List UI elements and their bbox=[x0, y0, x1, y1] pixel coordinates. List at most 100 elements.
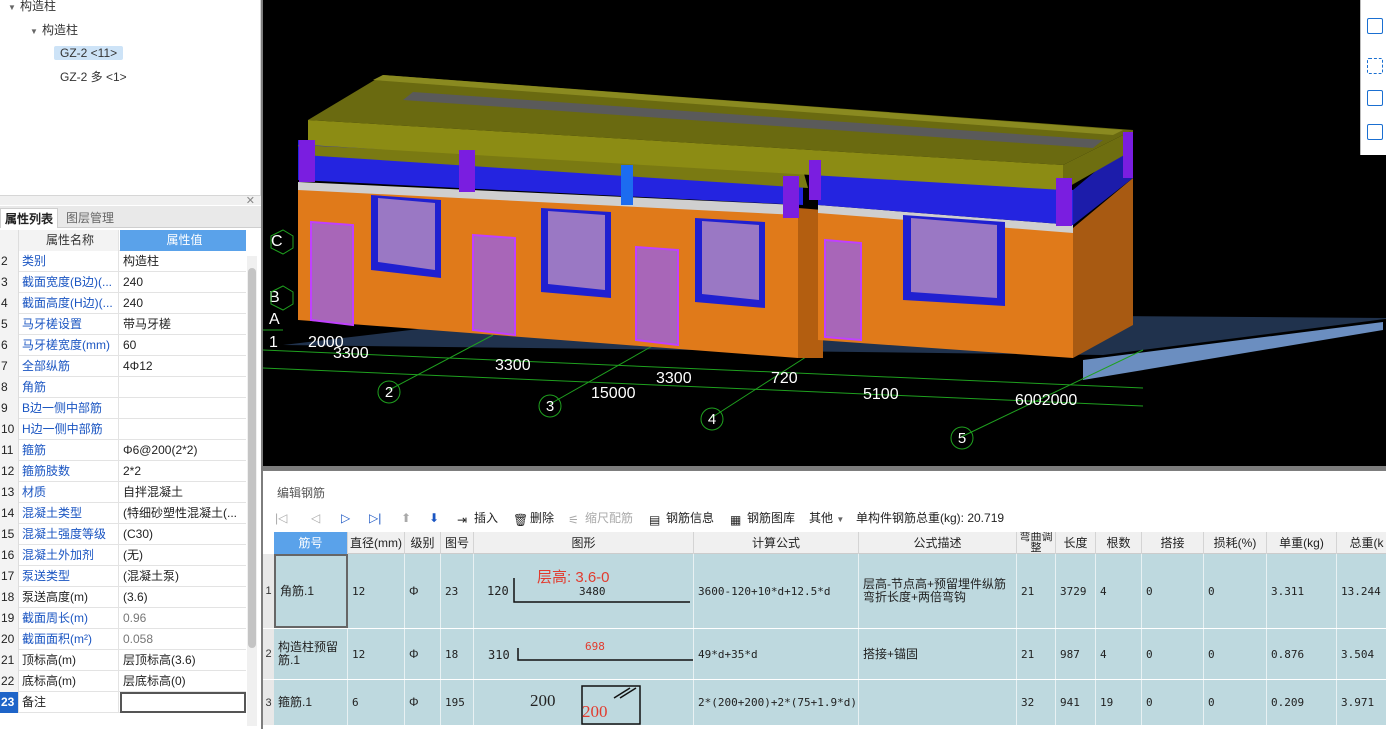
property-value[interactable]: Φ6@200(2*2) bbox=[120, 440, 246, 461]
property-value[interactable] bbox=[120, 419, 246, 440]
cell-length[interactable]: 3729 bbox=[1056, 554, 1096, 628]
property-value[interactable]: 层顶标高(3.6) bbox=[120, 650, 246, 671]
property-value[interactable]: (3.6) bbox=[120, 587, 246, 608]
tab-layers[interactable]: 图层管理 bbox=[62, 208, 118, 228]
property-row[interactable]: 15 混凝土强度等级 (C30) bbox=[0, 524, 246, 545]
move-up-icon[interactable]: ⬆ bbox=[401, 508, 411, 528]
rebar-row[interactable]: 2 构造柱预留筋.1 12 Φ 18 310 698 49*d+35*d 搭接+锚固 21 9… bbox=[263, 629, 1386, 680]
property-value[interactable]: 240 bbox=[120, 293, 246, 314]
cell-count[interactable]: 4 bbox=[1096, 554, 1142, 628]
cell-loss[interactable]: 0 bbox=[1204, 680, 1267, 725]
property-value[interactable]: 0.96 bbox=[120, 608, 246, 629]
column-header[interactable]: 图号 bbox=[441, 532, 474, 554]
cell-bend[interactable]: 32 bbox=[1017, 680, 1056, 725]
scale-rebar-button[interactable]: ⚟ 缩尺配筋 bbox=[568, 508, 633, 528]
cell-dia[interactable]: 12 bbox=[348, 554, 405, 628]
cell-bend[interactable]: 21 bbox=[1017, 629, 1056, 679]
cell-unit[interactable]: 3.311 bbox=[1267, 554, 1337, 628]
cell-dia[interactable]: 6 bbox=[348, 680, 405, 725]
property-row[interactable]: 16 混凝土外加剂 (无) bbox=[0, 545, 246, 566]
property-row[interactable]: 21 顶标高(m) 层顶标高(3.6) bbox=[0, 650, 246, 671]
property-value[interactable]: 60 bbox=[120, 335, 246, 356]
3d-viewport[interactable]: C B A 1 2000 3300 3300 3300 720 15000 51… bbox=[263, 0, 1386, 466]
shape-cell[interactable]: 200 200 bbox=[474, 680, 694, 725]
column-header[interactable]: 级别 bbox=[405, 532, 441, 554]
property-value[interactable] bbox=[120, 377, 246, 398]
property-row[interactable]: 7 全部纵筋 4Φ12 bbox=[0, 356, 246, 377]
cell-length[interactable]: 987 bbox=[1056, 629, 1096, 679]
cell-total[interactable]: 3.504 bbox=[1337, 629, 1386, 679]
cell-length[interactable]: 941 bbox=[1056, 680, 1096, 725]
cell-formula[interactable]: 2*(200+200)+2*(75+1.9*d) bbox=[694, 680, 859, 725]
tree-item-gz2-multi[interactable]: GZ-2 多 <1> bbox=[60, 67, 127, 87]
property-value[interactable]: 0.058 bbox=[120, 629, 246, 650]
cell-grade[interactable]: Φ bbox=[405, 629, 441, 679]
property-value[interactable]: 自拌混凝土 bbox=[120, 482, 246, 503]
column-header[interactable]: 损耗(%) bbox=[1204, 532, 1267, 554]
property-row[interactable]: 11 箍筋 Φ6@200(2*2) bbox=[0, 440, 246, 461]
cell-bend[interactable]: 21 bbox=[1017, 554, 1056, 628]
property-value[interactable]: (特细砂塑性混凝土(... bbox=[120, 503, 246, 524]
cell-unit[interactable]: 0.876 bbox=[1267, 629, 1337, 679]
property-row[interactable]: 18 泵送高度(m) (3.6) bbox=[0, 587, 246, 608]
property-row[interactable]: 14 混凝土类型 (特细砂塑性混凝土(... bbox=[0, 503, 246, 524]
insert-button[interactable]: ⇥ 插入 bbox=[457, 508, 498, 528]
column-header[interactable]: 根数 bbox=[1096, 532, 1142, 554]
last-record-icon[interactable]: ▷| bbox=[369, 508, 381, 528]
tree-item-gz2[interactable]: GZ-2 <11> bbox=[54, 43, 124, 63]
property-row[interactable]: 19 截面周长(m) 0.96 bbox=[0, 608, 246, 629]
property-row[interactable]: 6 马牙槎宽度(mm) 60 bbox=[0, 335, 246, 356]
property-value[interactable]: (无) bbox=[120, 545, 246, 566]
column-header[interactable]: 弯曲调整 bbox=[1017, 532, 1056, 554]
rebar-info-button[interactable]: ▤ 钢筋信息 bbox=[649, 508, 714, 528]
property-value[interactable]: (混凝土泵) bbox=[120, 566, 246, 587]
delete-button[interactable]: 🗑 删除 bbox=[513, 508, 554, 528]
caret-down-icon[interactable]: ▼ bbox=[30, 22, 42, 42]
shape-cell[interactable]: 310 698 bbox=[474, 629, 694, 679]
property-value[interactable]: 2*2 bbox=[120, 461, 246, 482]
cell-formula[interactable]: 49*d+35*d bbox=[694, 629, 859, 679]
property-value[interactable] bbox=[120, 398, 246, 419]
cell-fig[interactable]: 23 bbox=[441, 554, 474, 628]
cell-loss[interactable]: 0 bbox=[1204, 554, 1267, 628]
cell-lap[interactable]: 0 bbox=[1142, 680, 1204, 725]
cell-grade[interactable]: Φ bbox=[405, 554, 441, 628]
property-row[interactable]: 17 泵送类型 (混凝土泵) bbox=[0, 566, 246, 587]
property-row[interactable]: 5 马牙槎设置 带马牙槎 bbox=[0, 314, 246, 335]
cube-icon[interactable] bbox=[1367, 18, 1383, 34]
property-row[interactable]: 2 类别 构造柱 bbox=[0, 251, 246, 272]
property-row[interactable]: 22 底标高(m) 层底标高(0) bbox=[0, 671, 246, 692]
3d-view-icon[interactable] bbox=[1367, 90, 1383, 106]
cell-desc[interactable] bbox=[859, 680, 1017, 725]
column-header[interactable]: 总重(k bbox=[1337, 532, 1386, 554]
column-header[interactable]: 筋号 bbox=[274, 532, 348, 554]
property-value[interactable]: (C30) bbox=[120, 524, 246, 545]
cell-dia[interactable]: 12 bbox=[348, 629, 405, 679]
property-value[interactable]: 240 bbox=[120, 272, 246, 293]
property-row[interactable]: 3 截面宽度(B边)(... 240 bbox=[0, 272, 246, 293]
tree-root[interactable]: ▼ 构造柱 bbox=[8, 0, 56, 16]
cell-unit[interactable]: 0.209 bbox=[1267, 680, 1337, 725]
property-value[interactable] bbox=[120, 692, 246, 713]
cell-count[interactable]: 19 bbox=[1096, 680, 1142, 725]
cell-loss[interactable]: 0 bbox=[1204, 629, 1267, 679]
cell-desc[interactable]: 搭接+锚固 bbox=[859, 629, 1017, 679]
tab-properties[interactable]: 属性列表 bbox=[0, 208, 59, 228]
shape-cell[interactable]: 层高: 3.6-0 120 3480 bbox=[474, 554, 694, 628]
cell-total[interactable]: 3.971 bbox=[1337, 680, 1386, 725]
cell-fig[interactable]: 195 bbox=[441, 680, 474, 725]
property-row[interactable]: 9 B边一侧中部筋 bbox=[0, 398, 246, 419]
other-dropdown[interactable]: 其他 ▼ bbox=[809, 508, 844, 528]
column-header[interactable]: 长度 bbox=[1056, 532, 1096, 554]
rebar-row[interactable]: 1 角筋.1 12 Φ 23 层高: 3.6-0 120 3480 3600-120+1… bbox=[263, 554, 1386, 629]
property-row[interactable]: 10 H边一侧中部筋 bbox=[0, 419, 246, 440]
column-header[interactable]: 公式描述 bbox=[859, 532, 1017, 554]
property-row[interactable]: 23 备注 bbox=[0, 692, 246, 713]
cell-desc[interactable]: 层高-节点高+预留埋件纵筋弯折长度+两倍弯钩 bbox=[859, 554, 1017, 628]
move-down-icon[interactable]: ⬇ bbox=[429, 508, 439, 528]
cell-grade[interactable]: Φ bbox=[405, 680, 441, 725]
property-row[interactable]: 8 角筋 bbox=[0, 377, 246, 398]
property-row[interactable]: 20 截面面积(m²) 0.058 bbox=[0, 629, 246, 650]
next-record-icon[interactable]: ▷ bbox=[341, 508, 350, 528]
property-row[interactable]: 4 截面高度(H边)(... 240 bbox=[0, 293, 246, 314]
